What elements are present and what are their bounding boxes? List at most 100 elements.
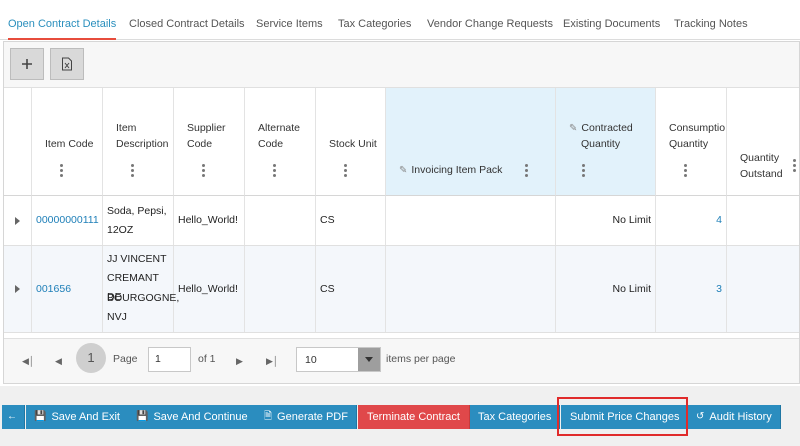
add-row-button[interactable] bbox=[10, 48, 44, 80]
column-header-label: Alternate bbox=[258, 122, 301, 134]
export-excel-button[interactable] bbox=[50, 48, 84, 80]
column-menu-icon[interactable] bbox=[131, 164, 134, 177]
pencil-icon: ✎ bbox=[569, 123, 578, 134]
chevron-down-icon[interactable] bbox=[358, 348, 380, 371]
item-description: BOURGOGNE, bbox=[107, 292, 180, 304]
terminate-contract-button[interactable]: Terminate Contract bbox=[358, 405, 470, 429]
next-page-icon[interactable]: ▶ bbox=[236, 356, 243, 367]
first-page-icon[interactable]: ◀│ bbox=[22, 356, 35, 367]
column-header-label: Item bbox=[116, 122, 137, 134]
contracted-quantity: No Limit bbox=[612, 283, 651, 295]
save-and-continue-button[interactable]: 💾 Save And Continue bbox=[128, 405, 257, 429]
supplier-code: Hello_World! bbox=[178, 283, 238, 295]
column-header-label: Stock Unit bbox=[329, 138, 377, 150]
stock-unit: CS bbox=[320, 214, 335, 226]
column-header-label: Code bbox=[187, 138, 213, 150]
item-code-link[interactable]: 001656 bbox=[36, 280, 71, 299]
save-icon: 💾 bbox=[34, 411, 47, 422]
tab-tax-categories[interactable]: Tax Categories bbox=[338, 0, 411, 40]
item-description: Soda, Pepsi, bbox=[107, 205, 167, 217]
last-page-icon[interactable]: ▶│ bbox=[266, 356, 279, 367]
column-menu-icon[interactable] bbox=[793, 159, 796, 172]
item-description: NVJ bbox=[107, 311, 127, 323]
column-header-alternate-code[interactable]: Alternate Code bbox=[245, 88, 316, 196]
column-header-label: Code bbox=[258, 138, 284, 150]
tab-vendor-change-requests[interactable]: Vendor Change Requests bbox=[427, 0, 553, 40]
column-header-invoicing-item-pack[interactable]: ✎ Invoicing Item Pack bbox=[386, 88, 556, 196]
column-menu-icon[interactable] bbox=[525, 164, 528, 177]
consumption-quantity-link[interactable]: 4 bbox=[716, 211, 722, 230]
contract-items-table: Item Code Item Description Supplier Code… bbox=[4, 88, 799, 338]
expand-row-icon[interactable] bbox=[15, 217, 20, 225]
current-page-indicator[interactable]: 1 bbox=[76, 343, 106, 373]
consumption-quantity-link[interactable]: 3 bbox=[716, 280, 722, 299]
items-per-page-label: items per page bbox=[386, 353, 456, 365]
column-header-quantity-outstanding[interactable]: Quantity Outstand bbox=[727, 88, 799, 196]
arrow-left-icon: ← bbox=[7, 411, 17, 422]
excel-export-icon bbox=[62, 57, 72, 71]
audit-history-button[interactable]: ↺ Audit History bbox=[688, 405, 781, 429]
column-header-contracted-quantity[interactable]: ✎ Contracted Quantity bbox=[556, 88, 656, 196]
expand-row-icon[interactable] bbox=[15, 285, 20, 293]
pagination-bar: ◀│ ◀ 1 Page 1 of 1 ▶ ▶│ 10 items per pag… bbox=[4, 338, 799, 383]
generate-pdf-button[interactable]: 🗎 Generate PDF bbox=[256, 405, 357, 429]
column-header-label: Contracted bbox=[581, 122, 633, 134]
tax-categories-button[interactable]: Tax Categories bbox=[470, 405, 561, 429]
column-menu-icon[interactable] bbox=[202, 164, 205, 177]
focus-highlight-box bbox=[557, 397, 688, 436]
column-menu-icon[interactable] bbox=[684, 164, 687, 177]
save-and-exit-button[interactable]: 💾 Save And Exit bbox=[26, 405, 129, 429]
column-header-label: Supplier bbox=[187, 122, 226, 134]
page-size-value: 10 bbox=[305, 354, 317, 366]
expander-column-header bbox=[4, 88, 32, 196]
supplier-code: Hello_World! bbox=[178, 214, 238, 226]
column-header-label: Consumptio bbox=[669, 122, 726, 134]
history-icon: ↺ bbox=[696, 411, 705, 422]
table-row[interactable]: 00000000111 Soda, Pepsi, 12OZ Hello_Worl… bbox=[4, 196, 799, 246]
column-header-label: Quantity bbox=[581, 138, 621, 150]
column-header-consumption-quantity[interactable]: Consumptio Quantity bbox=[656, 88, 727, 196]
item-description: JJ VINCENT bbox=[107, 253, 167, 265]
contracted-quantity-cell[interactable]: No Limit bbox=[556, 196, 656, 245]
item-code-link[interactable]: 00000000111 bbox=[36, 211, 99, 230]
column-header-item-code[interactable]: Item Code bbox=[32, 88, 103, 196]
tab-bar: Open Contract Details Closed Contract De… bbox=[0, 0, 800, 40]
previous-page-icon[interactable]: ◀ bbox=[55, 356, 62, 367]
column-header-label: Outstand bbox=[740, 168, 783, 180]
column-header-label: Item Code bbox=[45, 138, 94, 150]
contract-details-grid-panel: Item Code Item Description Supplier Code… bbox=[3, 41, 800, 384]
column-header-item-description[interactable]: Item Description bbox=[103, 88, 174, 196]
plus-icon bbox=[22, 59, 32, 69]
invoicing-item-pack-cell[interactable] bbox=[386, 196, 556, 245]
invoicing-item-pack-cell[interactable] bbox=[386, 246, 556, 332]
grid-toolbar bbox=[4, 42, 799, 88]
column-menu-icon[interactable] bbox=[582, 164, 585, 177]
stock-unit: CS bbox=[320, 283, 335, 295]
tab-existing-documents[interactable]: Existing Documents bbox=[563, 0, 660, 40]
page-size-select[interactable]: 10 bbox=[296, 347, 381, 372]
column-header-label: Quantity bbox=[669, 138, 709, 150]
pdf-file-icon: 🗎 bbox=[264, 411, 273, 422]
column-menu-icon[interactable] bbox=[273, 164, 276, 177]
page-number-input[interactable]: 1 bbox=[148, 347, 191, 372]
tab-closed-contract-details[interactable]: Closed Contract Details bbox=[129, 0, 245, 40]
column-header-label: Description bbox=[116, 138, 169, 150]
item-description: 12OZ bbox=[107, 224, 134, 236]
column-header-stock-unit[interactable]: Stock Unit bbox=[316, 88, 386, 196]
column-header-supplier-code[interactable]: Supplier Code bbox=[174, 88, 245, 196]
page-label: Page bbox=[113, 353, 138, 365]
column-menu-icon[interactable] bbox=[344, 164, 347, 177]
save-icon: 💾 bbox=[136, 411, 149, 422]
back-button[interactable]: ← bbox=[2, 405, 25, 429]
contracted-quantity: No Limit bbox=[612, 214, 651, 226]
column-header-label: Invoicing Item Pack bbox=[411, 164, 503, 176]
tab-tracking-notes[interactable]: Tracking Notes bbox=[674, 0, 748, 40]
column-menu-icon[interactable] bbox=[60, 164, 63, 177]
table-row[interactable]: 001656 JJ VINCENT CREMANT DE BOURGOGNE, … bbox=[4, 246, 799, 333]
column-header-label: Quantity bbox=[740, 152, 780, 164]
contracted-quantity-cell[interactable]: No Limit bbox=[556, 246, 656, 332]
page-count-label: of 1 bbox=[198, 353, 216, 365]
pencil-icon: ✎ bbox=[399, 165, 408, 176]
tab-service-items[interactable]: Service Items bbox=[256, 0, 323, 40]
tab-open-contract-details[interactable]: Open Contract Details bbox=[8, 0, 117, 40]
